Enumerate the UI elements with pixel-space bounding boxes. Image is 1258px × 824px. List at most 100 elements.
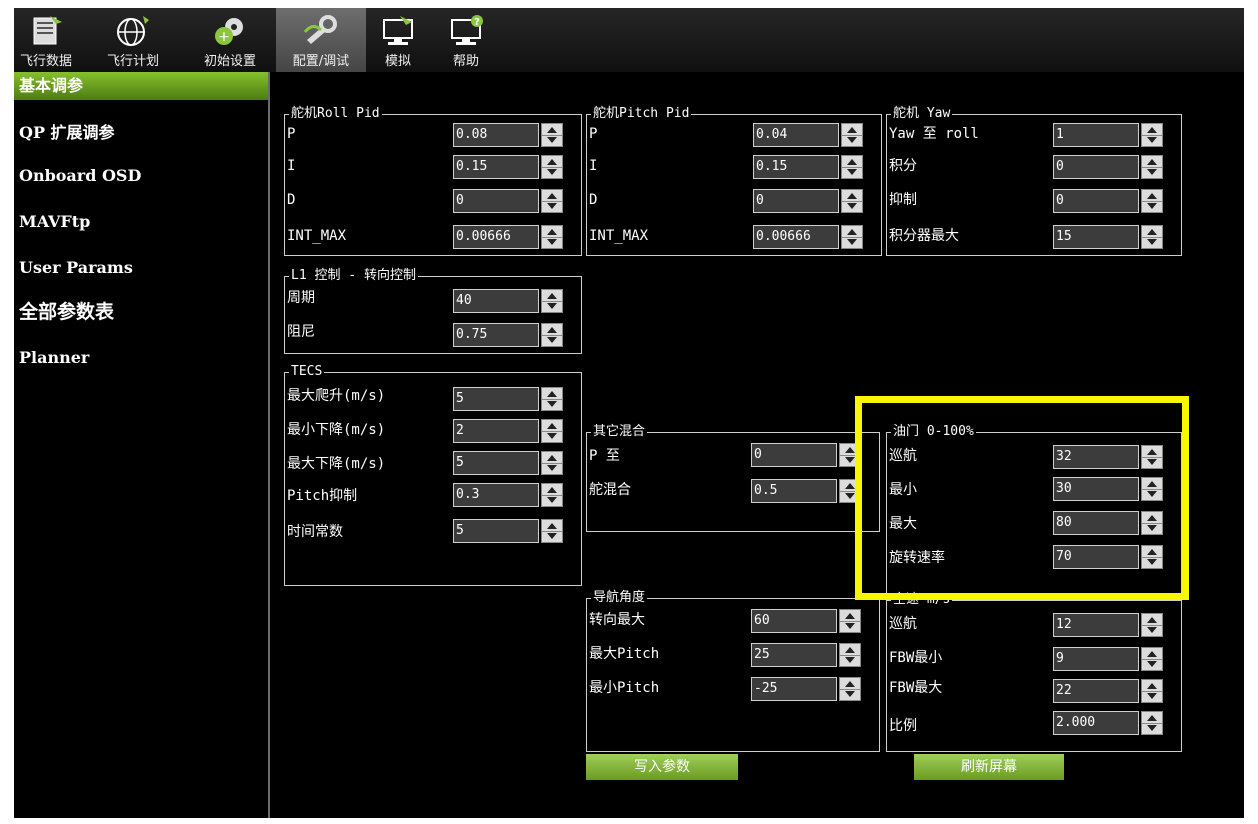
- roll-i-spinner[interactable]: 0.15: [453, 155, 563, 179]
- toolbar-flight-plan[interactable]: 飞行计划: [78, 8, 188, 72]
- spinner-value[interactable]: -25: [751, 677, 837, 701]
- spinner-value[interactable]: 12: [1053, 613, 1139, 637]
- tecs-time-constant-spinner[interactable]: 5: [453, 519, 563, 543]
- spinner-value[interactable]: 0.5: [751, 479, 837, 503]
- pitch-p-spinner[interactable]: 0.04: [753, 123, 863, 147]
- spinner-value[interactable]: 0: [1053, 189, 1139, 213]
- rudder-mix-spinner[interactable]: 0.5: [751, 479, 861, 503]
- spinner-arrows[interactable]: [841, 225, 863, 249]
- spinner-arrows[interactable]: [541, 483, 563, 507]
- spinner-arrows[interactable]: [541, 387, 563, 411]
- spinner-arrows[interactable]: [541, 225, 563, 249]
- spinner-value[interactable]: 0.08: [453, 123, 539, 147]
- tecs-max-sink-spinner[interactable]: 5: [453, 451, 563, 475]
- spinner-value[interactable]: 2.000: [1053, 711, 1139, 735]
- spinner-value[interactable]: 2: [453, 419, 539, 443]
- toolbar-simulation[interactable]: 模拟: [366, 8, 430, 72]
- sidebar-item-basic-tuning[interactable]: 基本调参: [14, 72, 268, 100]
- spinner-arrows[interactable]: [839, 643, 861, 667]
- sidebar-item-mavftp[interactable]: MAVFtp: [14, 208, 268, 236]
- roll-p-spinner[interactable]: 0.08: [453, 123, 563, 147]
- spinner-arrows[interactable]: [1141, 123, 1163, 147]
- spinner-value[interactable]: 0: [453, 189, 539, 213]
- spinner-arrows[interactable]: [541, 519, 563, 543]
- tecs-min-sink-spinner[interactable]: 2: [453, 419, 563, 443]
- spinner-arrows[interactable]: [1141, 711, 1163, 735]
- p-to-mix-spinner[interactable]: 0: [751, 443, 861, 467]
- toolbar-help[interactable]: ? 帮助: [430, 8, 502, 72]
- param-label: Yaw 至 roll: [889, 126, 979, 142]
- spinner-value[interactable]: 5: [453, 519, 539, 543]
- spinner-value[interactable]: 9: [1053, 647, 1139, 671]
- spinner-value[interactable]: 0.75: [453, 323, 539, 347]
- roll-d-spinner[interactable]: 0: [453, 189, 563, 213]
- spinner-value[interactable]: 5: [453, 451, 539, 475]
- tecs-max-climb-spinner[interactable]: 5: [453, 387, 563, 411]
- spinner-arrows[interactable]: [541, 189, 563, 213]
- yaw-damping-spinner[interactable]: 0: [1053, 189, 1163, 213]
- spinner-arrows[interactable]: [839, 677, 861, 701]
- pitch-i-spinner[interactable]: 0.15: [753, 155, 863, 179]
- spinner-arrows[interactable]: [841, 155, 863, 179]
- sidebar-item-full-param-list[interactable]: 全部参数表: [14, 298, 268, 326]
- sidebar-item-planner[interactable]: Planner: [14, 344, 268, 372]
- spinner-arrows[interactable]: [839, 609, 861, 633]
- sidebar-item-extended-tuning[interactable]: QP 扩展调参: [14, 119, 268, 147]
- airspeed-cruise-spinner[interactable]: 12: [1053, 613, 1163, 637]
- yaw-to-roll-spinner[interactable]: 1: [1053, 123, 1163, 147]
- spinner-arrows[interactable]: [541, 123, 563, 147]
- spinner-arrows[interactable]: [541, 155, 563, 179]
- toolbar-config-tuning[interactable]: 配置/调试: [276, 8, 366, 72]
- spinner-arrows[interactable]: [541, 419, 563, 443]
- l1-period-spinner[interactable]: 40: [453, 289, 563, 313]
- roll-intmax-spinner[interactable]: 0.00666: [453, 225, 563, 249]
- nav-pitch-max-spinner[interactable]: 25: [751, 643, 861, 667]
- pitch-intmax-spinner[interactable]: 0.00666: [753, 225, 863, 249]
- spinner-value[interactable]: 1: [1053, 123, 1139, 147]
- spinner-arrows[interactable]: [541, 289, 563, 313]
- tecs-pitch-damping-spinner[interactable]: 0.3: [453, 483, 563, 507]
- spinner-arrows[interactable]: [1141, 225, 1163, 249]
- pitch-d-spinner[interactable]: 0: [753, 189, 863, 213]
- refresh-screen-button[interactable]: 刷新屏幕: [914, 754, 1064, 780]
- spinner-arrows[interactable]: [1141, 613, 1163, 637]
- yaw-integral-spinner[interactable]: 0: [1053, 155, 1163, 179]
- spinner-arrows[interactable]: [541, 323, 563, 347]
- spinner-arrows[interactable]: [841, 123, 863, 147]
- group-title: 舵机Roll Pid: [289, 106, 382, 122]
- spinner-value[interactable]: 0: [751, 443, 837, 467]
- spinner-value[interactable]: 0.15: [753, 155, 839, 179]
- spinner-arrows[interactable]: [1141, 647, 1163, 671]
- spinner-value[interactable]: 0: [1053, 155, 1139, 179]
- spinner-value[interactable]: 25: [751, 643, 837, 667]
- sidebar-item-user-params[interactable]: User Params: [14, 254, 268, 282]
- spinner-arrows[interactable]: [841, 189, 863, 213]
- spinner-arrows[interactable]: [1141, 189, 1163, 213]
- spinner-value[interactable]: 0.04: [753, 123, 839, 147]
- spinner-value[interactable]: 40: [453, 289, 539, 313]
- airspeed-ratio-spinner[interactable]: 2.000: [1053, 711, 1163, 735]
- yaw-intmax-spinner[interactable]: 15: [1053, 225, 1163, 249]
- spinner-value[interactable]: 60: [751, 609, 837, 633]
- group-title: TECS: [289, 364, 325, 380]
- airspeed-fbw-max-spinner[interactable]: 22: [1053, 679, 1163, 703]
- nav-pitch-min-spinner[interactable]: -25: [751, 677, 861, 701]
- spinner-value[interactable]: 15: [1053, 225, 1139, 249]
- spinner-arrows[interactable]: [1141, 155, 1163, 179]
- l1-damping-spinner[interactable]: 0.75: [453, 323, 563, 347]
- nav-bank-max-spinner[interactable]: 60: [751, 609, 861, 633]
- spinner-value[interactable]: 0.00666: [753, 225, 839, 249]
- toolbar-initial-setup[interactable]: + 初始设置: [188, 8, 272, 72]
- spinner-value[interactable]: 0.3: [453, 483, 539, 507]
- toolbar-flight-data[interactable]: 飞行数据: [14, 8, 78, 72]
- spinner-value[interactable]: 0.00666: [453, 225, 539, 249]
- spinner-value[interactable]: 22: [1053, 679, 1139, 703]
- sidebar-item-onboard-osd[interactable]: Onboard OSD: [14, 162, 268, 190]
- spinner-value[interactable]: 0: [753, 189, 839, 213]
- airspeed-fbw-min-spinner[interactable]: 9: [1053, 647, 1163, 671]
- spinner-arrows[interactable]: [541, 451, 563, 475]
- spinner-value[interactable]: 0.15: [453, 155, 539, 179]
- spinner-value[interactable]: 5: [453, 387, 539, 411]
- spinner-arrows[interactable]: [1141, 679, 1163, 703]
- write-params-button[interactable]: 写入参数: [586, 754, 738, 780]
